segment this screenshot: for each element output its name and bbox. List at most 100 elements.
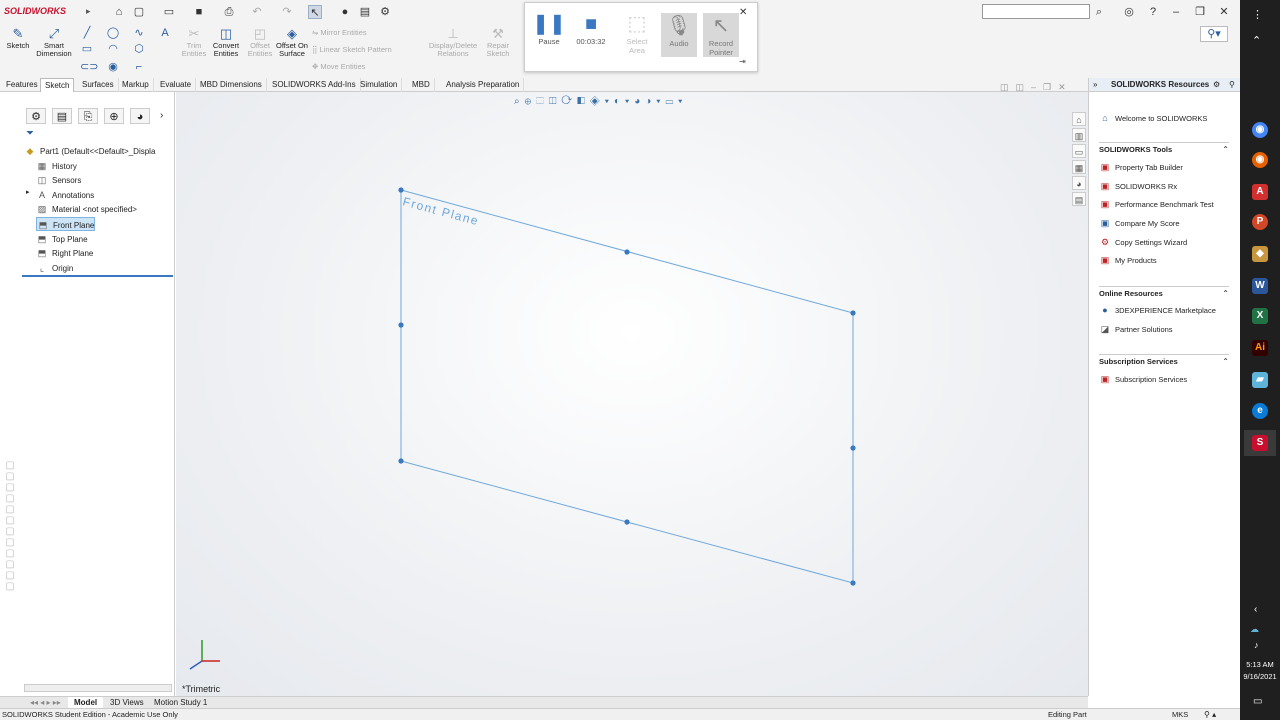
plane-handle[interactable]	[850, 580, 856, 586]
select-icon[interactable]: ↖	[308, 5, 322, 19]
arc-icon[interactable]: ◠	[106, 42, 120, 56]
copy-settings-wizard-link[interactable]: ⚙ Copy Settings Wizard	[1099, 234, 1187, 250]
print-icon[interactable]: ⎙	[222, 5, 236, 19]
rebuild-icon[interactable]: ●	[338, 5, 352, 19]
tray-chevron-icon[interactable]: ‹	[1254, 604, 1257, 615]
search-input[interactable]	[982, 4, 1090, 19]
clock-time[interactable]: 5:13 AM	[1240, 660, 1280, 669]
feature-tree-tab-icon[interactable]: ⚙	[26, 108, 46, 124]
package-icon[interactable]: ◆	[1252, 246, 1268, 262]
chevron-right-icon[interactable]: ›	[160, 110, 163, 121]
line-icon[interactable]: ╱	[80, 26, 94, 40]
compare-score-link[interactable]: ▣ Compare My Score	[1099, 215, 1180, 231]
dimxpert-tab-icon[interactable]: ⊕	[104, 108, 124, 124]
property-tab-builder-link[interactable]: ▣ Property Tab Builder	[1099, 159, 1183, 175]
settings-icon[interactable]: ⚙	[1213, 80, 1220, 89]
excel-icon[interactable]: X	[1252, 308, 1268, 324]
section-online-resources[interactable]: Online Resources ⌃	[1099, 286, 1229, 300]
custom-properties-tab-icon[interactable]: ▤	[1072, 192, 1086, 206]
section-solidworks-tools[interactable]: SOLIDWORKS Tools ⌃	[1099, 142, 1229, 156]
tree-item-origin[interactable]: ⌞ Origin	[36, 261, 73, 275]
tab-sketch[interactable]: Sketch	[40, 78, 75, 92]
files-icon[interactable]: ▰	[1252, 372, 1268, 388]
file-properties-icon[interactable]: ▤	[358, 5, 372, 19]
cloud-icon[interactable]: ☁	[1250, 624, 1259, 635]
plane-handle[interactable]	[398, 187, 404, 193]
tree-item-annotations[interactable]: A Annotations	[36, 188, 94, 202]
rollback-bar[interactable]	[22, 275, 173, 277]
pin-icon[interactable]: ⚲▾	[1200, 26, 1228, 42]
circle-icon[interactable]: ◯	[106, 26, 120, 40]
fillet-icon[interactable]: ⌐	[132, 60, 146, 74]
pin-recorder-icon[interactable]: ⇥	[739, 57, 746, 66]
rectangle-icon[interactable]: ▭	[80, 42, 94, 56]
point-icon[interactable]: ◉	[106, 60, 120, 74]
expand-annotations-icon[interactable]: ▸	[26, 188, 30, 196]
marketplace-link[interactable]: ● 3DEXPERIENCE Marketplace	[1099, 302, 1216, 318]
illustrator-icon[interactable]: Ai	[1252, 340, 1268, 356]
chevron-up-icon[interactable]: ⌃	[1252, 34, 1261, 47]
acrobat-icon[interactable]: A	[1252, 184, 1268, 200]
benchmark-test-link[interactable]: ▣ Performance Benchmark Test	[1099, 196, 1214, 212]
tab-markup[interactable]: Markup	[118, 78, 154, 92]
tab-mbd-dimensions[interactable]: MBD Dimensions	[196, 78, 267, 92]
select-area-button[interactable]: ⬚ Select Area	[619, 11, 655, 55]
tab-analysis-preparation[interactable]: Analysis Preparation	[442, 78, 525, 92]
design-library-tab-icon[interactable]: ▥	[1072, 128, 1086, 142]
user-icon[interactable]: ◎	[1122, 5, 1136, 19]
tree-item-history[interactable]: ▦ History	[36, 159, 77, 173]
pin-icon[interactable]: ⚲	[1229, 80, 1235, 89]
tree-item-top-plane[interactable]: ⬒ Top Plane	[36, 232, 88, 246]
volume-icon[interactable]: ♪	[1254, 640, 1259, 650]
status-icons[interactable]: ⚲ ▴	[1204, 709, 1216, 720]
firefox-icon[interactable]: ◉	[1252, 152, 1268, 168]
property-manager-tab-icon[interactable]: ▤	[52, 108, 72, 124]
horizontal-scrollbar[interactable]	[24, 684, 172, 692]
units-label[interactable]: MKS	[1172, 709, 1188, 720]
save-icon[interactable]: ■	[192, 5, 206, 19]
tab-solidworks-addins[interactable]: SOLIDWORKS Add-Ins	[268, 78, 361, 92]
collapse-icon[interactable]: »	[1093, 80, 1097, 89]
minimize-button[interactable]: –	[1168, 4, 1184, 20]
options-icon[interactable]: ⚙	[378, 5, 392, 19]
plane-handle[interactable]	[624, 249, 630, 255]
trim-entities-button[interactable]: ✂ Trim Entities	[176, 26, 212, 58]
edge-icon[interactable]: e	[1252, 403, 1268, 419]
menu-icon[interactable]: ⋮	[1252, 8, 1263, 21]
record-pointer-button[interactable]: ↖ Record Pointer	[703, 13, 739, 57]
plane-handle[interactable]	[850, 310, 856, 316]
search-icon[interactable]: ⌕	[1092, 5, 1106, 19]
display-manager-tab-icon[interactable]: ◕	[130, 108, 150, 124]
tree-item-front-plane[interactable]: ⬒ Front Plane	[36, 217, 96, 231]
tab-surfaces[interactable]: Surfaces	[78, 78, 119, 92]
audio-button[interactable]: 🎙 Audio	[661, 13, 697, 57]
slot-icon[interactable]: ⊂⊃	[80, 60, 98, 74]
menu-expand-icon[interactable]: ▸	[86, 6, 91, 17]
offset-on-surface-button[interactable]: ◈ Offset On Surface	[274, 26, 310, 58]
part-root[interactable]: ◆ Part1 (Default<<Default>_Displa	[24, 144, 156, 158]
new-document-icon[interactable]: ▢	[132, 5, 146, 19]
solidworks-taskbar-icon[interactable]: S	[1252, 435, 1268, 451]
restore-button[interactable]: ❐	[1192, 4, 1208, 20]
notifications-icon[interactable]: ▭	[1253, 696, 1262, 707]
chrome-icon[interactable]: ◉	[1252, 122, 1268, 138]
close-button[interactable]: ✕	[1216, 4, 1232, 20]
polygon-icon[interactable]: ⬡	[132, 42, 146, 56]
plane-handle[interactable]	[398, 322, 404, 328]
word-icon[interactable]: W	[1252, 278, 1268, 294]
pause-button[interactable]: ❚❚ Pause	[531, 11, 567, 46]
welcome-link[interactable]: ⌂ Welcome to SOLIDWORKS	[1099, 110, 1207, 126]
repair-sketch-button[interactable]: ⚒ Repair Sketch	[480, 26, 516, 58]
clock-date[interactable]: 9/16/2021	[1240, 672, 1280, 681]
tab-features[interactable]: Features	[2, 78, 43, 92]
help-icon[interactable]: ?	[1146, 5, 1160, 19]
move-entities-button[interactable]: ✥ Move Entities	[312, 62, 365, 71]
tab-evaluate[interactable]: Evaluate	[156, 78, 197, 92]
view-palette-tab-icon[interactable]: ▦	[1072, 160, 1086, 174]
powerpoint-icon[interactable]: P	[1252, 214, 1268, 230]
open-icon[interactable]: ▭	[162, 5, 176, 19]
file-explorer-tab-icon[interactable]: ▭	[1072, 144, 1086, 158]
plane-handle[interactable]	[624, 519, 630, 525]
my-products-link[interactable]: ▣ My Products	[1099, 252, 1157, 268]
subscription-services-link[interactable]: ▣ Subscription Services	[1099, 371, 1187, 387]
